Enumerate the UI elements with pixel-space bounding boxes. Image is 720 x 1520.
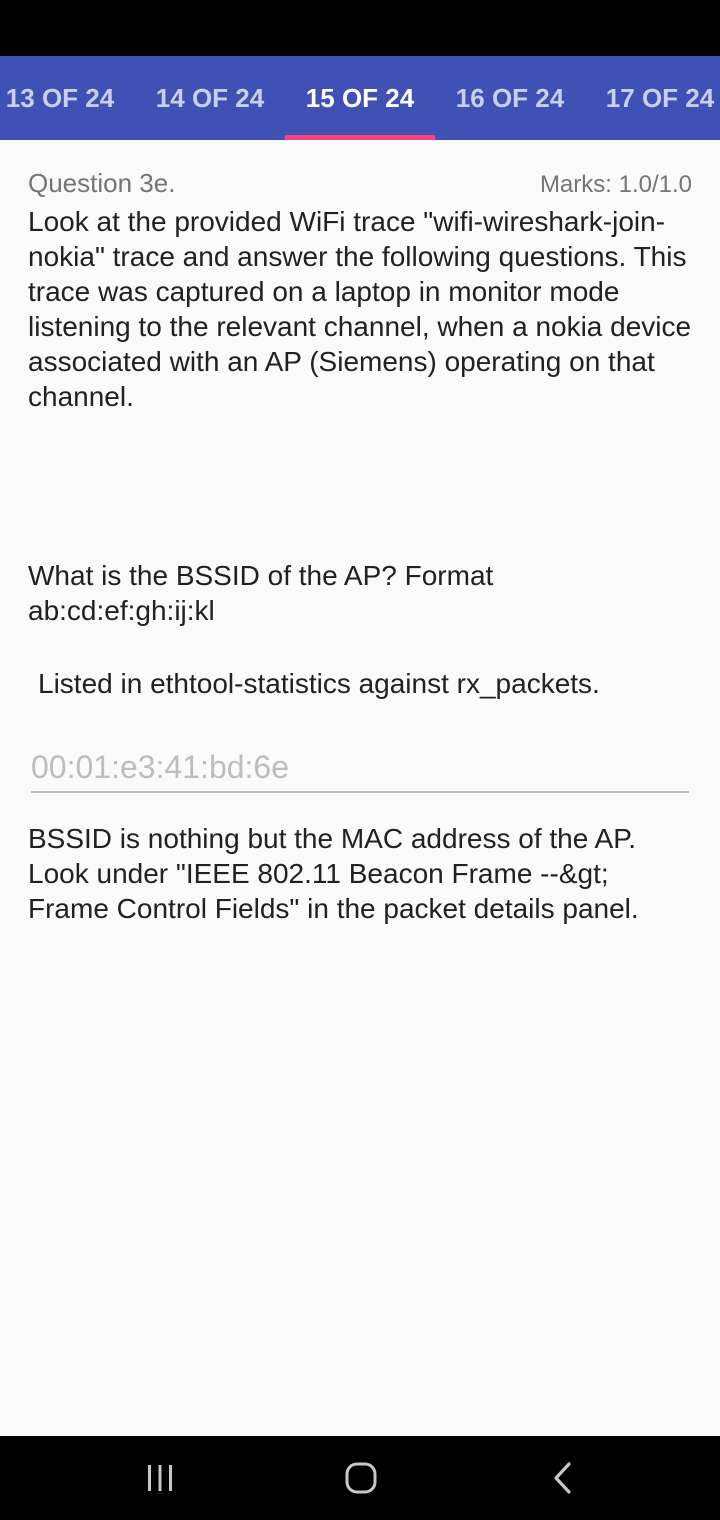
tab-13-of-24[interactable]: 13 OF 24: [0, 56, 135, 140]
status-bar: [0, 0, 720, 56]
tab-label: 17 OF 24: [605, 82, 715, 113]
question-text: Look at the provided WiFi trace "wifi-wi…: [28, 206, 692, 412]
recent-apps-button[interactable]: [100, 1436, 220, 1520]
tab-label: 16 OF 24: [455, 82, 565, 113]
home-button[interactable]: [301, 1436, 421, 1520]
sub-question-text: What is the BSSID of the AP? Format ab:c…: [28, 560, 494, 626]
marks-label: Marks: 1.0/1.0: [539, 171, 692, 198]
answer-input[interactable]: [31, 745, 689, 789]
home-icon: [345, 1462, 377, 1494]
answer-field[interactable]: [31, 745, 689, 793]
tab-15-of-24[interactable]: 15 OF 24: [285, 56, 435, 140]
question-content: Question 3e. Marks: 1.0/1.0 Look at the …: [28, 168, 692, 926]
hint-text: Listed in ethtool-statistics against rx_…: [38, 668, 600, 699]
feedback-text: BSSID is nothing but the MAC address of …: [28, 823, 639, 924]
question-meta: Question 3e. Marks: 1.0/1.0: [28, 168, 692, 204]
tab-17-of-24[interactable]: 17 OF 24: [585, 56, 720, 140]
back-button[interactable]: [503, 1436, 623, 1520]
recent-apps-icon: [148, 1465, 172, 1491]
back-icon: [554, 1462, 571, 1494]
system-navigation-bar: [0, 1436, 720, 1520]
question-number: Question 3e.: [28, 168, 176, 198]
tab-label: 15 OF 24: [305, 82, 415, 113]
question-tab-bar[interactable]: 13 OF 24 14 OF 24 15 OF 24 16 OF 24 17 O…: [0, 56, 720, 140]
tab-16-of-24[interactable]: 16 OF 24: [435, 56, 585, 140]
tab-label: 13 OF 24: [5, 82, 115, 113]
tab-14-of-24[interactable]: 14 OF 24: [135, 56, 285, 140]
active-tab-indicator: [285, 135, 435, 140]
tab-label: 14 OF 24: [155, 82, 265, 113]
